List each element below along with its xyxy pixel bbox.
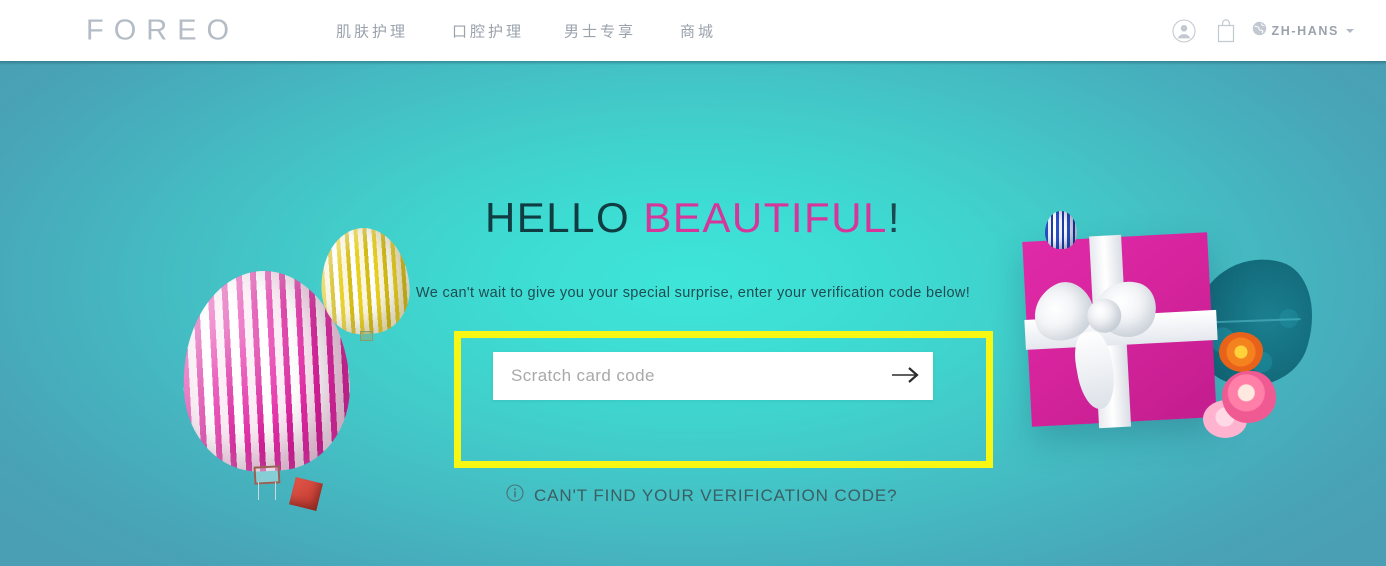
hero-banner: HELLO BEAUTIFUL! We can't wait to give y… [0,61,1386,566]
site-header: FOREO 肌肤护理 口腔护理 男士专享 商城 ZH-HANS [0,0,1386,61]
headline-hello: HELLO [484,194,644,241]
account-icon[interactable] [1164,16,1204,46]
language-label: ZH-HANS [1271,23,1339,38]
nav-item-oralcare[interactable]: 口腔护理 [452,20,564,41]
foreo-logo[interactable]: FOREO [86,14,239,47]
main-navigation: 肌肤护理 口腔护理 男士专享 商城 [336,20,716,41]
headline-beautiful: BEAUTIFUL [643,194,888,241]
shopping-bag-icon[interactable] [1204,16,1248,46]
header-actions: ZH-HANS [1164,16,1354,46]
info-circle-icon [506,484,524,507]
hero-content: HELLO BEAUTIFUL! We can't wait to give y… [0,61,1386,566]
cant-find-code-label: CAN'T FIND YOUR VERIFICATION CODE? [534,485,898,505]
nav-item-men[interactable]: 男士专享 [564,20,680,41]
scratch-card-code-input[interactable] [493,352,879,400]
verification-code-form [493,352,933,400]
cant-find-code-link[interactable]: CAN'T FIND YOUR VERIFICATION CODE? [506,484,898,507]
hero-subtitle: We can't wait to give you your special s… [415,285,971,301]
nav-item-shop[interactable]: 商城 [680,20,716,41]
language-selector[interactable]: ZH-HANS [1252,21,1354,41]
globe-icon [1252,21,1267,41]
submit-code-button[interactable] [879,352,933,400]
nav-item-skincare[interactable]: 肌肤护理 [336,20,452,41]
chevron-down-icon [1346,28,1354,33]
page-title: HELLO BEAUTIFUL! [0,194,1386,242]
arrow-right-icon [891,366,921,387]
headline-exclamation: ! [887,194,902,241]
